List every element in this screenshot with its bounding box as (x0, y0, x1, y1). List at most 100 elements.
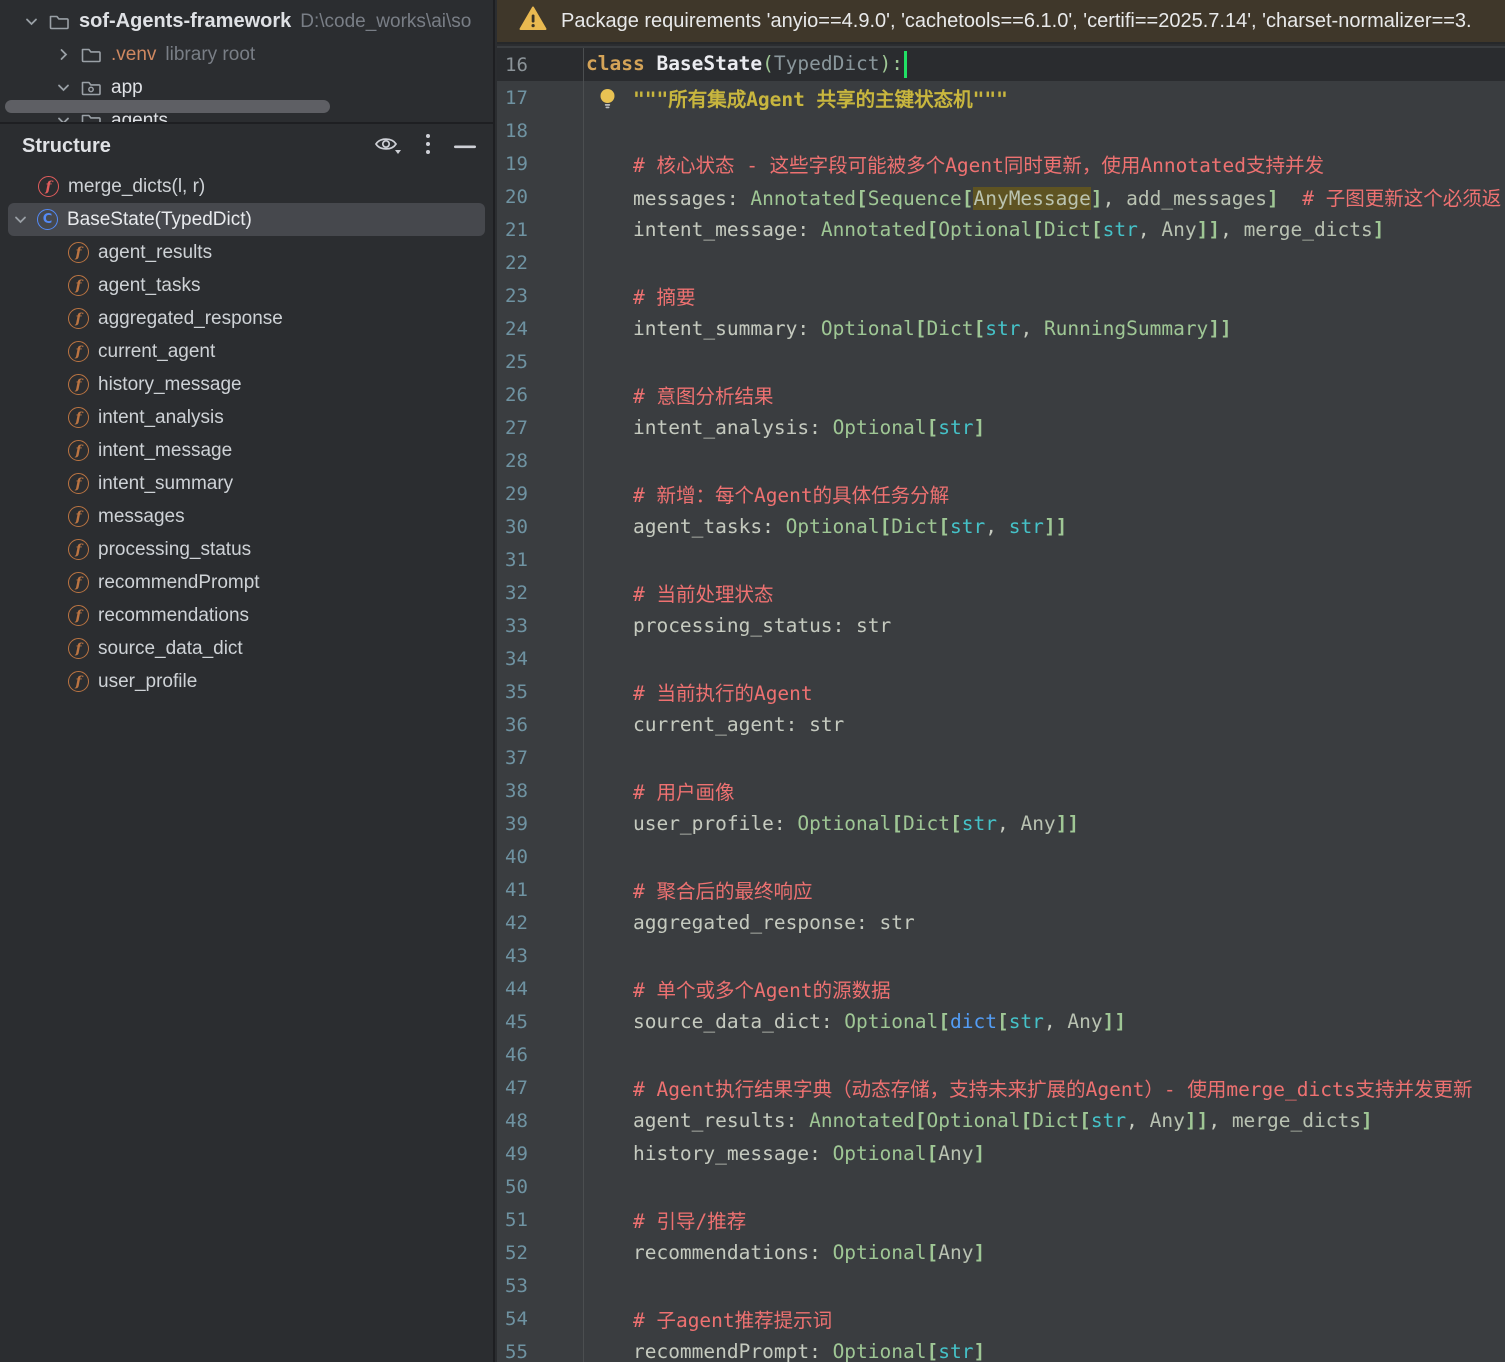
structure-item-agent-results[interactable]: f agent_results (8, 236, 485, 269)
code-line-28[interactable]: 28 (497, 444, 1505, 477)
code-line-31[interactable]: 31 (497, 543, 1505, 576)
code-line-52[interactable]: 52 recommendations: Optional[Any] (497, 1236, 1505, 1269)
code-editor[interactable]: 16 class BaseState(TypedDict): 17 """所有集成A… (497, 46, 1505, 1362)
structure-item-intent-summary[interactable]: f intent_summary (8, 467, 485, 500)
line-number[interactable]: 40 (497, 840, 584, 873)
line-number[interactable]: 17 (497, 81, 584, 114)
code-line-47[interactable]: 47 # Agent执行结果字典（动态存储，支持未来扩展的Agent）- 使用m… (497, 1071, 1505, 1104)
code-line-45[interactable]: 45 source_data_dict: Optional[dict[str, … (497, 1005, 1505, 1038)
code-line-55[interactable]: 55 recommendPrompt: Optional[str] (497, 1335, 1505, 1362)
line-number[interactable]: 48 (497, 1104, 584, 1137)
line-number[interactable]: 31 (497, 543, 584, 576)
code-line-22[interactable]: 22 (497, 246, 1505, 279)
structure-item-merge-dicts-l-r-[interactable]: f merge_dicts(l, r) (8, 170, 485, 203)
line-number[interactable]: 41 (497, 873, 584, 906)
structure-item-user-profile[interactable]: f user_profile (8, 665, 485, 698)
line-number[interactable]: 54 (497, 1302, 584, 1335)
code-line-43[interactable]: 43 (497, 939, 1505, 972)
code-line-54[interactable]: 54 # 子agent推荐提示词 (497, 1302, 1505, 1335)
chevron-down-icon[interactable] (12, 212, 28, 227)
code-line-44[interactable]: 44 # 单个或多个Agent的源数据 (497, 972, 1505, 1005)
hide-panel-icon[interactable] (453, 137, 477, 155)
code-line-30[interactable]: 30 agent_tasks: Optional[Dict[str, str]] (497, 510, 1505, 543)
code-line-21[interactable]: 21 intent_message: Annotated[Optional[Di… (497, 213, 1505, 246)
code-line-50[interactable]: 50 (497, 1170, 1505, 1203)
code-line-38[interactable]: 38 # 用户画像 (497, 774, 1505, 807)
code-line-37[interactable]: 37 (497, 741, 1505, 774)
code-line-19[interactable]: 19 # 核心状态 - 这些字段可能被多个Agent同时更新，使用Annotat… (497, 147, 1505, 180)
package-requirements-banner[interactable]: Package requirements 'anyio==4.9.0', 'ca… (497, 0, 1505, 44)
structure-item-recommendprompt[interactable]: f recommendPrompt (8, 566, 485, 599)
code-line-36[interactable]: 36 current_agent: str (497, 708, 1505, 741)
structure-item-processing-status[interactable]: f processing_status (8, 533, 485, 566)
line-number[interactable]: 43 (497, 939, 584, 972)
line-number[interactable]: 47 (497, 1071, 584, 1104)
line-number[interactable]: 33 (497, 609, 584, 642)
line-number[interactable]: 46 (497, 1038, 584, 1071)
project-tree-item-sof-agents-framework[interactable]: sof-Agents-framework D:\code_works\ai\so (0, 5, 493, 38)
line-number[interactable]: 39 (497, 807, 584, 840)
structure-item-agent-tasks[interactable]: f agent_tasks (8, 269, 485, 302)
line-number[interactable]: 19 (497, 147, 584, 180)
line-number[interactable]: 18 (497, 114, 584, 147)
code-line-35[interactable]: 35 # 当前执行的Agent (497, 675, 1505, 708)
line-number[interactable]: 45 (497, 1005, 584, 1038)
view-options-eye-icon[interactable] (373, 132, 403, 161)
line-number[interactable]: 30 (497, 510, 584, 543)
line-number[interactable]: 32 (497, 576, 584, 609)
line-number[interactable]: 55 (497, 1335, 584, 1362)
code-line-16[interactable]: 16 class BaseState(TypedDict): (497, 48, 1505, 81)
code-line-53[interactable]: 53 (497, 1269, 1505, 1302)
line-number[interactable]: 38 (497, 774, 584, 807)
line-number[interactable]: 20 (497, 180, 584, 213)
line-number[interactable]: 51 (497, 1203, 584, 1236)
line-number[interactable]: 37 (497, 741, 584, 774)
line-number[interactable]: 27 (497, 411, 584, 444)
code-line-29[interactable]: 29 # 新增：每个Agent的具体任务分解 (497, 477, 1505, 510)
code-line-26[interactable]: 26 # 意图分析结果 (497, 378, 1505, 411)
line-number[interactable]: 23 (497, 279, 584, 312)
code-line-46[interactable]: 46 (497, 1038, 1505, 1071)
code-line-24[interactable]: 24 intent_summary: Optional[Dict[str, Ru… (497, 312, 1505, 345)
project-tree-item--venv[interactable]: .venv library root (0, 38, 493, 71)
code-line-51[interactable]: 51 # 引导/推荐 (497, 1203, 1505, 1236)
code-line-41[interactable]: 41 # 聚合后的最终响应 (497, 873, 1505, 906)
more-options-kebab-icon[interactable] (425, 132, 431, 161)
line-number[interactable]: 29 (497, 477, 584, 510)
line-number[interactable]: 24 (497, 312, 584, 345)
structure-item-messages[interactable]: f messages (8, 500, 485, 533)
line-number[interactable]: 50 (497, 1170, 584, 1203)
code-line-27[interactable]: 27 intent_analysis: Optional[str] (497, 411, 1505, 444)
code-line-48[interactable]: 48 agent_results: Annotated[Optional[Dic… (497, 1104, 1505, 1137)
code-line-40[interactable]: 40 (497, 840, 1505, 873)
structure-item-source-data-dict[interactable]: f source_data_dict (8, 632, 485, 665)
horizontal-scrollbar-thumb[interactable] (5, 100, 330, 113)
structure-item-history-message[interactable]: f history_message (8, 368, 485, 401)
structure-item-aggregated-response[interactable]: f aggregated_response (8, 302, 485, 335)
line-number[interactable]: 26 (497, 378, 584, 411)
structure-item-current-agent[interactable]: f current_agent (8, 335, 485, 368)
code-line-25[interactable]: 25 (497, 345, 1505, 378)
code-line-34[interactable]: 34 (497, 642, 1505, 675)
structure-item-basestate-typeddict-[interactable]: C BaseState(TypedDict) (8, 203, 485, 236)
line-number[interactable]: 16 (497, 48, 584, 81)
code-line-17[interactable]: 17 """所有集成Agent 共享的主键状态机""" (497, 81, 1505, 114)
line-number[interactable]: 22 (497, 246, 584, 279)
code-line-20[interactable]: 20 messages: Annotated[Sequence[AnyMessa… (497, 180, 1505, 213)
line-number[interactable]: 25 (497, 345, 584, 378)
line-number[interactable]: 36 (497, 708, 584, 741)
line-number[interactable]: 42 (497, 906, 584, 939)
structure-item-intent-analysis[interactable]: f intent_analysis (8, 401, 485, 434)
code-line-23[interactable]: 23 # 摘要 (497, 279, 1505, 312)
code-line-33[interactable]: 33 processing_status: str (497, 609, 1505, 642)
line-number[interactable]: 34 (497, 642, 584, 675)
line-number[interactable]: 52 (497, 1236, 584, 1269)
line-number[interactable]: 35 (497, 675, 584, 708)
structure-item-intent-message[interactable]: f intent_message (8, 434, 485, 467)
code-line-39[interactable]: 39 user_profile: Optional[Dict[str, Any]… (497, 807, 1505, 840)
line-number[interactable]: 49 (497, 1137, 584, 1170)
code-line-32[interactable]: 32 # 当前处理状态 (497, 576, 1505, 609)
structure-item-recommendations[interactable]: f recommendations (8, 599, 485, 632)
line-number[interactable]: 28 (497, 444, 584, 477)
code-line-42[interactable]: 42 aggregated_response: str (497, 906, 1505, 939)
